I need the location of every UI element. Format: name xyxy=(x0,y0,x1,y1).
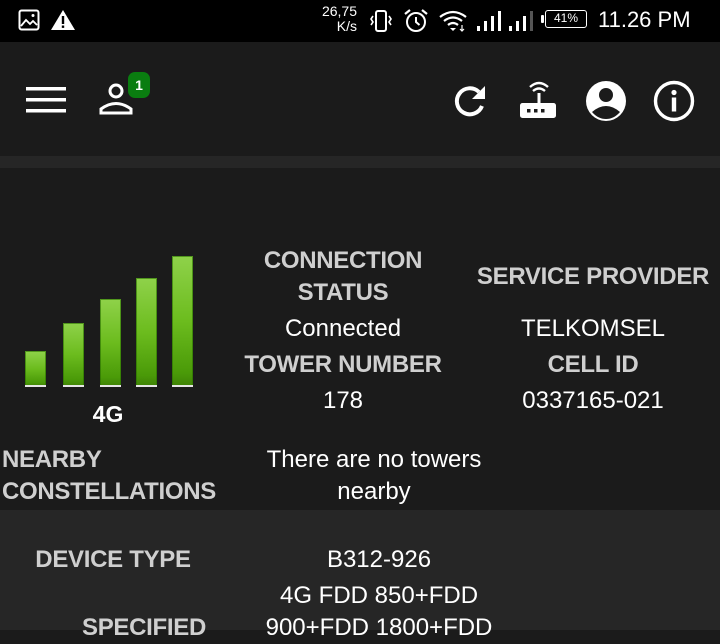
router-icon[interactable] xyxy=(518,78,560,120)
device-type-label: DEVICE TYPE xyxy=(35,546,191,573)
nearby-value-line2: nearby xyxy=(337,478,411,505)
cell-id-value: 0337165-021 xyxy=(522,387,664,414)
connection-status-value: Connected xyxy=(284,315,402,342)
battery-indicator: 41% xyxy=(545,10,587,28)
service-provider-value: TELKOMSEL xyxy=(520,315,666,342)
warning-icon xyxy=(51,10,75,30)
signal-bar-base xyxy=(136,385,157,387)
wifi-icon xyxy=(439,10,467,32)
signal-bar-base xyxy=(172,385,193,387)
nearby-value-line1: There are no towers xyxy=(266,446,482,473)
nearby-constellations-label: NEARBY CONSTELLATIONS xyxy=(2,444,242,508)
network-speed-value: 26,75 xyxy=(321,3,357,19)
specified-value-line1: 4G FDD 850+FDD xyxy=(279,582,479,609)
battery-terminal xyxy=(541,15,544,23)
vibrate-icon xyxy=(370,10,392,32)
network-speed-unit: K/s xyxy=(336,18,357,34)
tower-number-value: 178 xyxy=(322,387,364,414)
nearby-label-line1: NEARBY xyxy=(2,446,102,473)
info-icon[interactable] xyxy=(652,79,696,123)
signal-bar-3 xyxy=(100,299,121,386)
signal-bar-4 xyxy=(136,278,157,386)
image-icon xyxy=(18,9,40,31)
alarm-icon xyxy=(404,9,428,32)
connection-status-label: CONNECTION STATUS xyxy=(230,245,456,309)
signal-bar-base xyxy=(25,385,46,387)
cell-id-label: CELL ID xyxy=(547,351,639,378)
device-type-value: B312-926 xyxy=(326,546,432,573)
signal-sim2-icon xyxy=(509,11,533,31)
nearby-label-line2: CONSTELLATIONS xyxy=(2,478,217,505)
toolbar-divider xyxy=(0,156,720,168)
account-icon[interactable] xyxy=(584,79,628,123)
network-type: 4G xyxy=(92,401,124,427)
signal-sim1-icon xyxy=(477,11,501,31)
connection-status-label-line1: CONNECTION xyxy=(263,247,423,274)
specified-label: SPECIFIED xyxy=(82,614,206,641)
menu-icon[interactable] xyxy=(25,86,67,114)
clock: 11.26 PM xyxy=(598,7,691,32)
refresh-icon[interactable] xyxy=(452,82,488,120)
connection-status-label-line2: STATUS xyxy=(297,279,389,306)
signal-bar-1 xyxy=(25,351,46,386)
status-bar: 26,75 K/s 41% 11.26 PM xyxy=(0,0,720,42)
specified-value-line2: 900+FDD 1800+FDD xyxy=(265,614,493,641)
signal-bar-base xyxy=(63,385,84,387)
service-provider-label: SERVICE PROVIDER xyxy=(476,263,710,290)
nearby-constellations-value: There are no towers nearby xyxy=(240,444,508,508)
signal-bar-2 xyxy=(63,323,84,386)
network-speed: 26,75 K/s xyxy=(313,4,357,34)
user-notification-badge: 1 xyxy=(128,72,150,98)
signal-bar-5 xyxy=(172,256,193,386)
signal-bar-base xyxy=(100,385,121,387)
tower-number-label: TOWER NUMBER xyxy=(244,351,442,378)
